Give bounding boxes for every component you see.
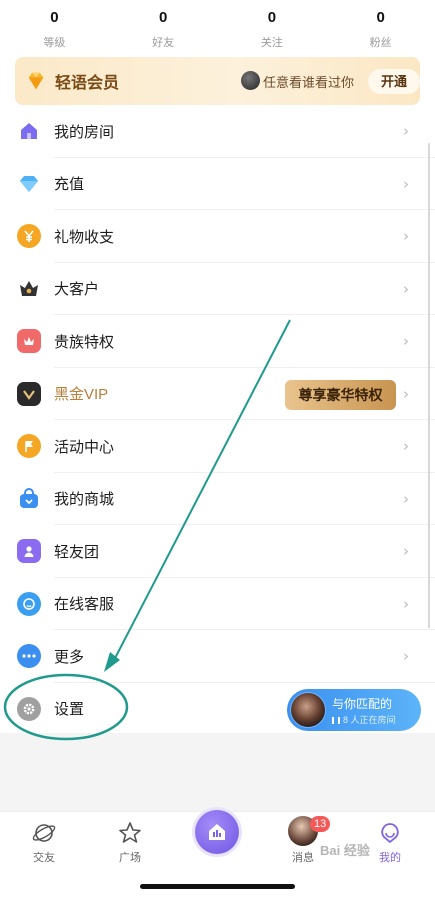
chevron-right-icon: › [403, 437, 409, 456]
shopping-bag-icon [17, 487, 41, 511]
stat-friends[interactable]: 0 好友 [109, 0, 218, 55]
menu-item-black-gold-vip[interactable]: 黑金VIP 尊享豪华特权 › [0, 368, 435, 421]
vip-title: 轻语会员 [55, 75, 120, 92]
stat-label: 好友 [152, 37, 175, 49]
star-icon [119, 822, 141, 843]
stat-value: 0 [376, 9, 385, 26]
menu-item-more[interactable]: 更多 › [0, 630, 435, 683]
stat-following[interactable]: 0 关注 [218, 0, 327, 55]
vip-open-button[interactable]: 开通 [368, 69, 420, 94]
menu-item-noble-privilege[interactable]: 贵族特权 › [0, 315, 435, 368]
menu-item-gift-ledger[interactable]: 礼物收支 › [0, 210, 435, 263]
chevron-right-icon: › [403, 542, 409, 561]
flag-icon [17, 434, 41, 459]
stat-value: 0 [158, 9, 168, 26]
home-indicator[interactable] [140, 884, 295, 889]
stat-value: 0 [267, 9, 277, 26]
unread-badge: 13 [310, 816, 331, 832]
chevron-right-icon: › [403, 227, 409, 246]
menu-item-my-store[interactable]: 我的商城 › [0, 473, 435, 526]
noble-crown-icon [17, 329, 41, 354]
gear-icon [17, 696, 41, 721]
profile-icon [381, 823, 399, 844]
chevron-right-icon: › [403, 384, 409, 403]
match-card[interactable]: 与你匹配的 8 人正在房间 [287, 689, 421, 731]
more-dots-icon [17, 644, 41, 669]
chevron-right-icon: › [403, 279, 409, 298]
user-icon [17, 539, 41, 564]
match-title: 与你匹配的 [332, 697, 393, 711]
menu-label: 轻友团 [54, 543, 100, 561]
menu-item-activity-center[interactable]: 活动中心 › [0, 420, 435, 473]
match-subtitle-text: 8 人正在房间 [343, 715, 396, 725]
menu-label: 更多 [54, 648, 85, 666]
house-icon [17, 119, 41, 143]
crown-icon [17, 277, 41, 301]
menu-item-online-support[interactable]: 在线客服 › [0, 578, 435, 631]
stat-label: 等级 [43, 37, 66, 49]
tab-make-friends[interactable]: 交友 [14, 812, 74, 865]
tab-label: 广场 [119, 852, 141, 864]
menu-label: 在线客服 [54, 596, 115, 614]
menu-label: 设置 [54, 701, 85, 719]
chat-bubble-icon [17, 591, 41, 616]
yen-coin-icon [17, 224, 41, 249]
vip-privilege-badge[interactable]: 尊享豪华特权 [285, 379, 396, 410]
menu-label: 我的房间 [54, 123, 115, 141]
menu-label: 我的商城 [54, 491, 115, 509]
tab-label: 交友 [33, 852, 55, 864]
stat-fans[interactable]: 0 粉丝 [326, 0, 435, 55]
menu-item-recharge[interactable]: 充值 › [0, 158, 435, 211]
audio-bars-icon [332, 717, 340, 724]
menu-label: 黑金VIP [54, 386, 109, 404]
stats-row: 0 等级 0 好友 0 关注 0 粉丝 [0, 0, 435, 55]
chevron-right-icon: › [403, 332, 409, 351]
chevron-right-icon: › [403, 647, 409, 666]
menu-label: 大客户 [54, 281, 100, 299]
stat-label: 关注 [260, 37, 283, 49]
menu-label: 贵族特权 [54, 333, 115, 351]
match-subtitle: 8 人正在房间 [332, 713, 396, 726]
home-bars-icon [209, 824, 225, 840]
menu-list: 我的房间 › 充值 › 礼物收支 › 大客户 › 贵族特权 › 黑金VIP 尊享… [0, 105, 435, 735]
stat-value: 0 [50, 9, 59, 26]
menu-label: 礼物收支 [54, 228, 115, 246]
match-avatar [290, 692, 326, 728]
vip-membership-banner[interactable]: 轻语会员 任意看谁看过你 开通 [15, 57, 420, 105]
viewer-avatar-icon [241, 71, 260, 90]
chevron-right-icon: › [403, 174, 409, 193]
menu-item-big-client[interactable]: 大客户 › [0, 263, 435, 316]
gold-diamond-icon [28, 72, 44, 90]
scrollbar[interactable] [428, 143, 430, 628]
planet-icon [32, 824, 56, 842]
menu-label: 充值 [54, 176, 85, 194]
stat-level[interactable]: 0 等级 [0, 0, 109, 55]
chevron-right-icon: › [403, 594, 409, 613]
tab-square[interactable]: 广场 [100, 812, 160, 865]
vip-hint: 任意看谁看过你 [263, 75, 355, 90]
tab-home-button[interactable] [195, 810, 239, 854]
chevron-right-icon: › [403, 122, 409, 141]
black-gold-vip-icon [17, 381, 41, 406]
watermark: Bai 经验 [320, 843, 370, 858]
menu-item-friend-group[interactable]: 轻友团 › [0, 525, 435, 578]
chevron-right-icon: › [403, 489, 409, 508]
menu-item-my-room[interactable]: 我的房间 › [0, 105, 435, 158]
stat-label: 粉丝 [369, 37, 392, 49]
menu-label: 活动中心 [54, 438, 115, 456]
diamond-icon [17, 172, 41, 196]
